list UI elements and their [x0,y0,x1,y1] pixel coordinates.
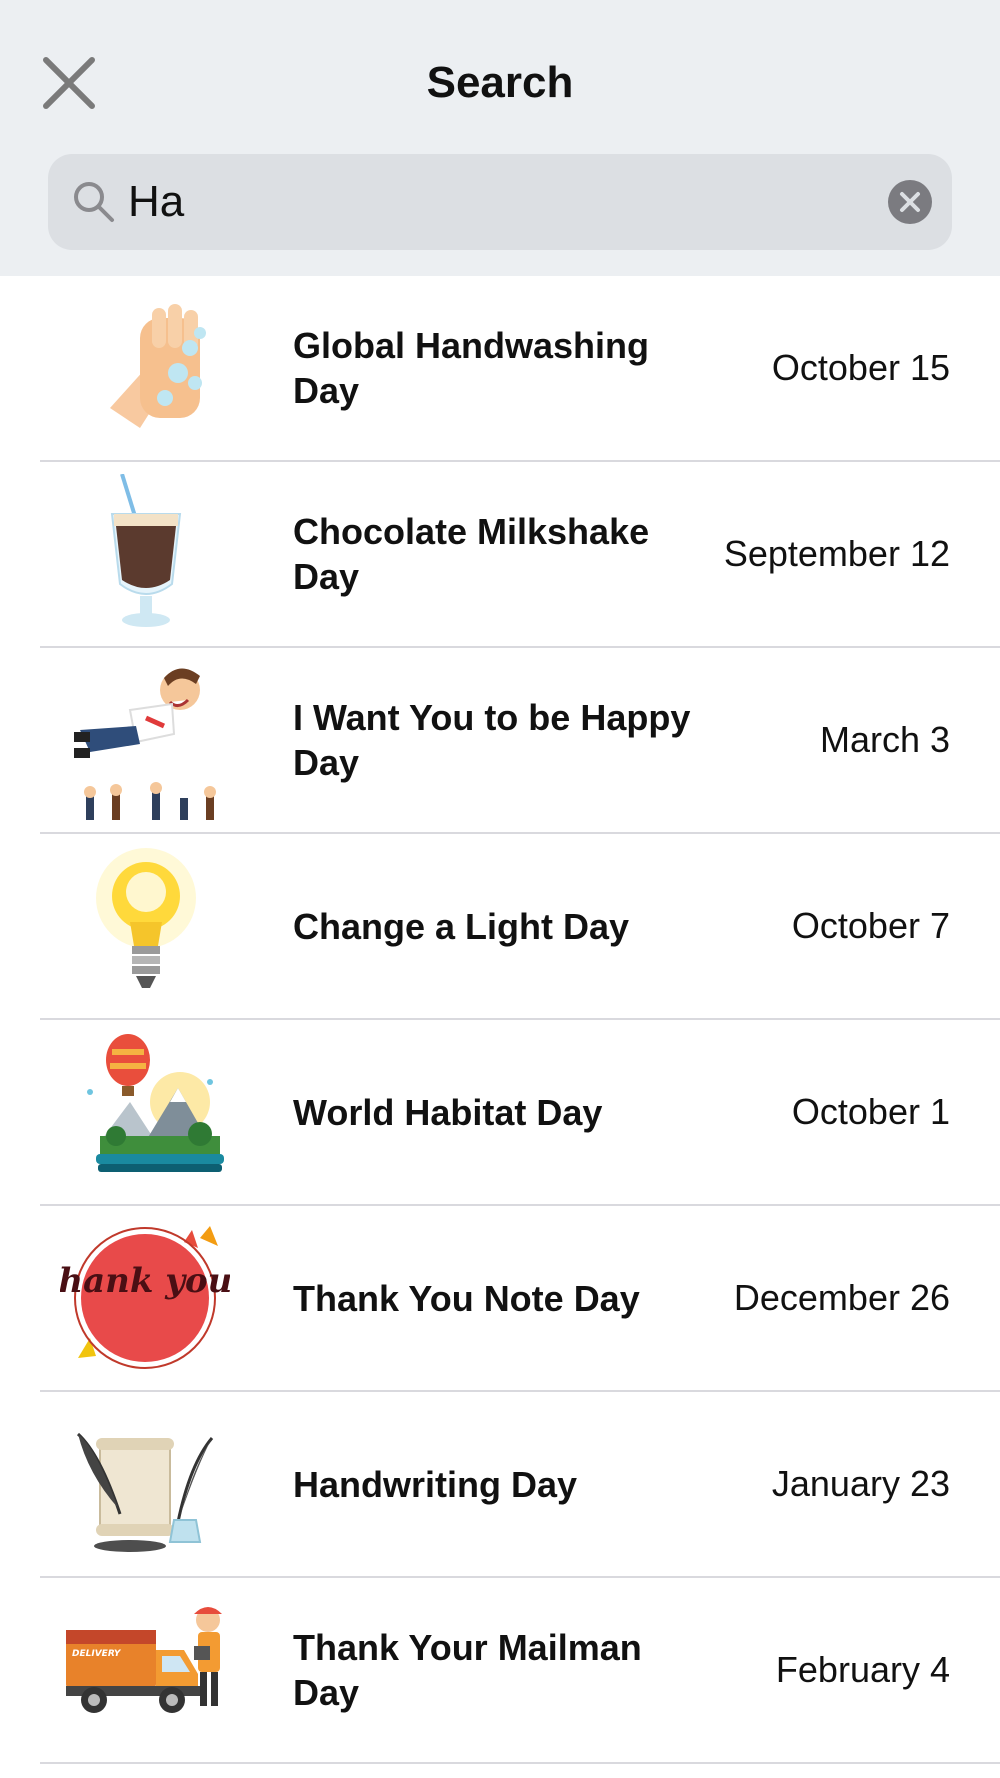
search-input[interactable]: Ha [128,154,184,250]
list-item[interactable]: Handwriting Day January 23 [40,1392,1000,1578]
item-title: Chocolate Milkshake Day [293,511,650,597]
lightbulb-icon [60,846,230,1006]
handwashing-hands-icon [60,288,230,448]
list-item[interactable]: Global Handwashing Day October 15 [40,276,1000,462]
delivery-truck-icon: DELIVERY [60,1590,230,1750]
item-date: January 23 [771,1463,950,1504]
item-date: October 1 [791,1091,950,1132]
list-item[interactable]: DELIVERY Thank Your Mailman Day February… [40,1578,1000,1764]
item-date: February 4 [775,1649,950,1690]
item-title: Handwriting Day [293,1463,578,1505]
list-item[interactable]: World Habitat Day October 1 [40,1020,1000,1206]
habitat-island-icon [60,1032,230,1192]
results-list: Global Handwashing Day October 15 Chocol… [0,276,1000,1764]
item-title: I Want You to be Happy Day [293,697,691,783]
item-title: Thank You Note Day [293,1277,640,1319]
quill-scroll-icon [60,1404,230,1564]
clear-search-button[interactable] [888,180,932,224]
item-title: Thank Your Mailman Day [293,1627,642,1713]
milkshake-glass-icon [60,474,230,634]
item-date: March 3 [819,719,950,760]
item-date: December 26 [733,1277,950,1318]
item-title: World Habitat Day [293,1091,603,1133]
search-header: Search Ha [0,0,1000,276]
delivery-text: DELIVERY [72,1649,122,1659]
search-bar[interactable]: Ha [48,154,952,250]
thank-you-badge-icon: thank you! [60,1218,230,1378]
clear-circle-icon[interactable] [888,180,932,224]
page-title: Search [426,58,574,107]
item-date: September 12 [723,533,950,574]
list-item[interactable]: I Want You to be Happy Day March 3 [40,648,1000,834]
item-title: Global Handwashing Day [293,325,650,411]
search-icon [74,182,114,222]
list-item[interactable]: Change a Light Day October 7 [40,834,1000,1020]
list-item[interactable]: Chocolate Milkshake Day September 12 [40,462,1000,648]
thank-text: thank you! [60,1261,230,1301]
list-item[interactable]: thank you! Thank You Note Day December 2… [40,1206,1000,1392]
item-date: October 15 [771,347,950,388]
item-title: Change a Light Day [293,905,630,947]
item-date: October 7 [791,905,950,946]
happy-man-thrown-icon [60,660,230,820]
